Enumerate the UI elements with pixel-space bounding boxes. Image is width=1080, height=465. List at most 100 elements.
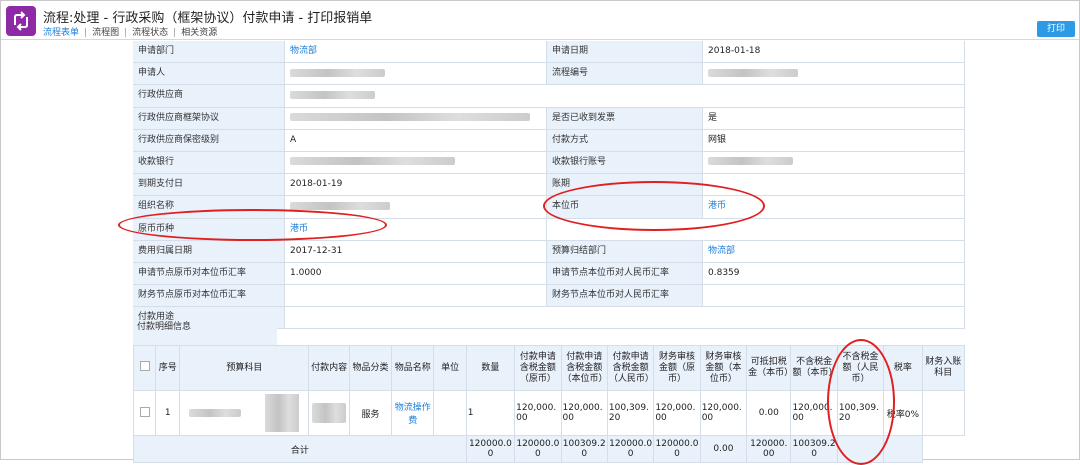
redacted-text — [290, 90, 375, 99]
item-name-link[interactable]: 物流操作费 — [391, 390, 435, 436]
select-all-checkbox-cell[interactable] — [132, 345, 157, 391]
framework-agreement-value — [285, 107, 547, 129]
table-row[interactable]: 1 服务 物流操作费 1 120,000.00 120,000.00 100,3… — [132, 390, 966, 436]
field-label: 申请人 — [133, 63, 285, 85]
column-header: 不含税金额（人民币） — [836, 345, 885, 391]
tab-resources[interactable]: 相关资源 — [181, 25, 217, 38]
bank-value — [285, 151, 547, 174]
field-label: 收款银行 — [133, 151, 285, 174]
supplier-value — [285, 85, 965, 107]
total-original: 120000.00 — [465, 435, 516, 463]
total-empty-cell — [836, 435, 885, 463]
field-label: 组织名称 — [133, 196, 285, 218]
field-label: 付款方式 — [547, 129, 703, 151]
field-label: 申请节点原币对本位币汇率 — [133, 262, 285, 285]
finance-rmb-rate-value — [703, 285, 965, 307]
tab-separator: | — [84, 28, 88, 38]
column-header: 付款申请含税金额（原币） — [514, 345, 562, 391]
print-button[interactable]: 打印 — [1037, 21, 1075, 37]
column-header: 不含税金额（本币） — [790, 345, 838, 391]
select-all-checkbox[interactable] — [139, 361, 150, 371]
column-header: 预算科目 — [179, 345, 310, 391]
budget-subject-cell — [179, 390, 310, 436]
column-header: 财务审核金额（本位币） — [699, 345, 748, 391]
field-label: 费用归属日期 — [133, 240, 285, 262]
due-date-value: 2018-01-19 — [285, 174, 547, 196]
redacted-text — [290, 201, 390, 210]
amount-original-cell: 120,000.00 — [514, 390, 562, 436]
workflow-icon — [6, 6, 36, 36]
redacted-text — [708, 157, 793, 166]
tab-flowchart[interactable]: 流程图 — [92, 25, 119, 38]
total-deductible: 0.00 — [699, 435, 748, 463]
field-label: 账期 — [547, 174, 703, 196]
total-net-rmb: 100309.20 — [790, 435, 838, 463]
row-checkbox-cell[interactable] — [132, 390, 157, 436]
column-header: 付款申请含税金额（人民币） — [606, 345, 655, 391]
redacted-text — [189, 409, 242, 417]
confidentiality-value: A — [285, 129, 547, 151]
application-form: 申请部门 物流部 申请日期 2018-01-18 申请人 流程编号 行政供应商 … — [133, 41, 965, 330]
column-header: 数量 — [465, 345, 516, 391]
total-finance-local: 120000.00 — [653, 435, 701, 463]
empty-cell — [547, 218, 965, 240]
total-empty-cell — [883, 435, 923, 463]
process-number-value — [703, 63, 965, 85]
form-row: 费用归属日期 2017-12-31 预算归结部门 物流部 — [133, 240, 965, 263]
field-label: 财务节点原币对本位币汇率 — [133, 285, 285, 307]
form-row: 行政供应商保密级别 A 付款方式 网银 — [133, 129, 965, 152]
row-number: 1 — [155, 390, 181, 436]
form-row: 行政供应商框架协议 是否已收到发票 是 — [133, 107, 965, 130]
redacted-text — [312, 403, 347, 423]
field-label: 收款银行账号 — [547, 151, 703, 174]
account-period-value — [703, 174, 965, 196]
field-label: 申请节点本位币对人民币汇率 — [547, 262, 703, 285]
form-row: 原币币种 港币 — [133, 218, 965, 241]
tab-status[interactable]: 流程状态 — [132, 25, 168, 38]
column-header: 物品名称 — [391, 345, 435, 391]
field-label: 原币币种 — [133, 218, 285, 240]
row-checkbox[interactable] — [139, 406, 150, 417]
total-finance-original: 120000.00 — [606, 435, 655, 463]
item-category-cell: 服务 — [348, 390, 393, 436]
deductible-tax-cell: 0.00 — [746, 390, 792, 436]
finance-local-cell: 120,000.00 — [699, 390, 748, 436]
field-label: 申请部门 — [133, 41, 285, 63]
organization-value — [285, 196, 547, 218]
table-header-row: 序号 预算科目 付款内容 物品分类 物品名称 单位 数量 付款申请含税金额（原币… — [132, 345, 966, 391]
form-row: 行政供应商 — [133, 85, 965, 108]
form-row: 财务节点原币对本位币汇率 财务节点本位币对人民币汇率 — [133, 285, 965, 308]
form-row: 组织名称 本位币 港币 — [133, 196, 965, 219]
tab-form[interactable]: 流程表单 — [43, 25, 79, 38]
invoice-received-value: 是 — [703, 107, 965, 129]
column-header: 财务审核金额（原币） — [653, 345, 701, 391]
redacted-image — [265, 394, 300, 432]
field-label: 行政供应商 — [133, 85, 285, 107]
column-header: 单位 — [433, 345, 467, 391]
tab-separator: | — [173, 28, 177, 38]
budget-department-value: 物流部 — [703, 240, 965, 262]
original-currency-value: 港币 — [285, 218, 547, 240]
bank-account-value — [703, 151, 965, 174]
net-local-cell: 120,000.00 — [790, 390, 838, 436]
header-divider — [1, 39, 1079, 40]
applicant-value — [285, 63, 547, 85]
field-label: 行政供应商保密级别 — [133, 129, 285, 151]
total-local: 120000.00 — [514, 435, 562, 463]
header-bar: 流程:处理 - 行政采购（框架协议）付款申请 - 打印报销单 流程表单 | 流程图 |… — [1, 1, 1079, 39]
finance-original-cell: 120,000.00 — [653, 390, 701, 436]
expense-date-value: 2017-12-31 — [285, 240, 547, 262]
redacted-text — [290, 113, 530, 122]
amount-local-cell: 120,000.00 — [560, 390, 608, 436]
field-label: 到期支付日 — [133, 174, 285, 196]
field-label: 本位币 — [547, 196, 703, 218]
local-currency-value: 港币 — [703, 196, 965, 218]
form-row: 到期支付日 2018-01-19 账期 — [133, 174, 965, 197]
apply-rmb-rate-value: 0.8359 — [703, 262, 965, 285]
amount-rmb-cell: 100,309.20 — [606, 390, 655, 436]
payment-method-value: 网银 — [703, 129, 965, 151]
tax-rate-cell: 税率0% — [883, 390, 923, 436]
redacted-text — [290, 157, 455, 166]
tab-separator: | — [124, 28, 128, 38]
total-label: 合计 — [133, 435, 467, 463]
